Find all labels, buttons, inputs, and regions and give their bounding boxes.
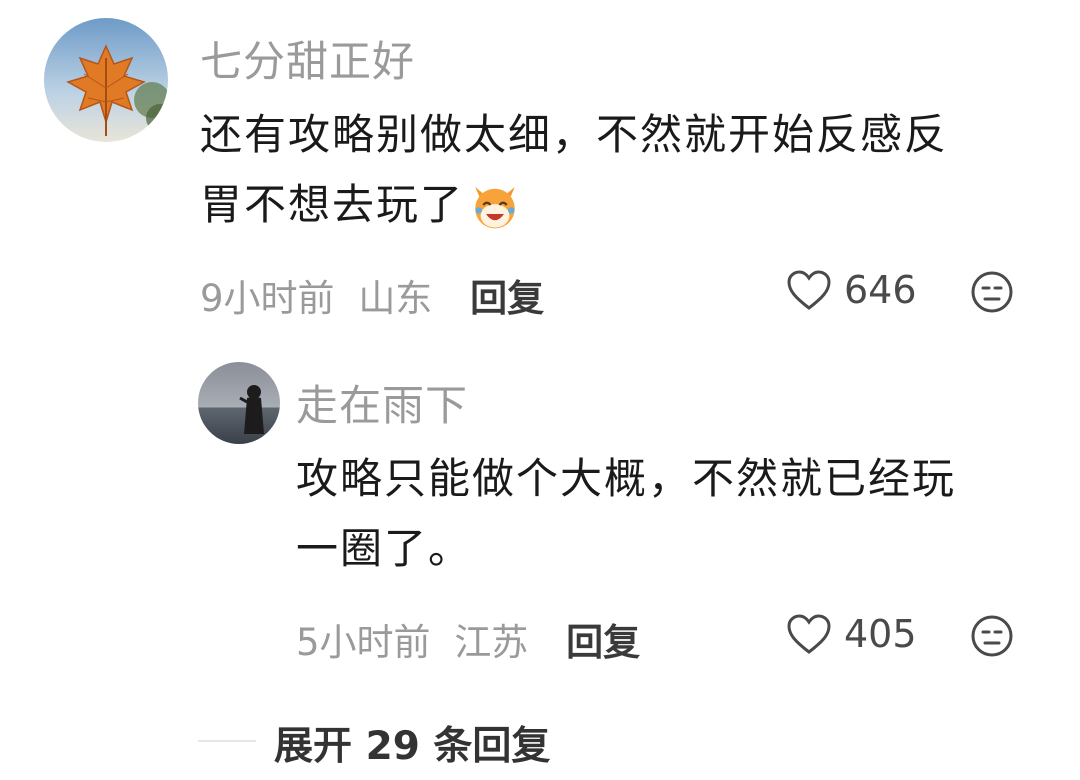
reply-button[interactable]: 回复 [470,277,544,320]
avatar[interactable] [198,362,280,444]
comment-text-line: 攻略只能做个大概，不然就已经玩 [296,454,957,503]
like-count: 405 [844,612,917,656]
comment-time: 9小时前 [200,277,335,320]
dislike-face-icon[interactable] [970,270,1014,314]
like-count: 646 [844,268,917,312]
username[interactable]: 七分甜正好 [200,28,415,89]
comment-text-fragment: 胃不想去玩了 [200,180,465,229]
comment-text-line: 还有攻略别做太细，不然就开始反感反 [200,110,949,159]
heart-icon [787,614,831,654]
username[interactable]: 走在雨下 [296,372,468,433]
seaside-portrait-avatar-image [198,362,280,444]
comment-time: 5小时前 [296,621,431,664]
comment-location: 江苏 [454,621,529,664]
reply-button[interactable]: 回复 [566,621,640,664]
laughing-cat-emoji-icon [475,187,515,229]
comment-text-line: 胃不想去玩了 [200,170,1040,240]
like-button[interactable]: 405 [786,612,917,656]
comment-meta: 9小时前 山东 回复 [200,268,544,322]
comment-location: 山东 [358,277,433,320]
comment-text-line: 一圈了。 [296,524,473,573]
heart-icon [787,270,831,310]
comment-meta: 5小时前 江苏 回复 [296,612,640,666]
avatar[interactable] [44,18,168,142]
comment-text: 攻略只能做个大概，不然就已经玩 一圈了。 [296,444,1036,584]
expand-replies-button[interactable]: 展开 29 条回复 [274,715,550,771]
dislike-face-icon[interactable] [970,614,1014,658]
maple-leaf-avatar-image [44,18,168,142]
expand-divider [198,740,256,742]
like-button[interactable]: 646 [786,268,917,312]
comment-text: 还有攻略别做太细，不然就开始反感反 胃不想去玩了 [200,100,1040,240]
